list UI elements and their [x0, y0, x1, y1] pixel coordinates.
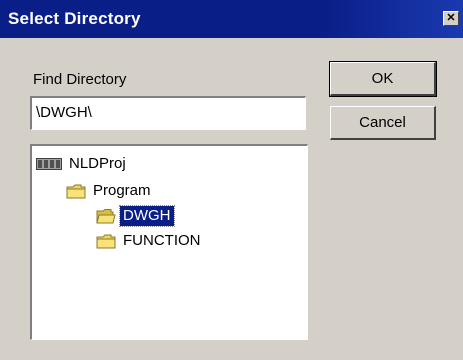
tree-item-program[interactable]: Program [66, 181, 154, 201]
tree-item-dwgh[interactable]: DWGH [96, 205, 175, 227]
tree-item-label: FUNCTION [123, 232, 201, 249]
tree-item-label: DWGH [119, 205, 175, 227]
cancel-button[interactable]: Cancel [330, 106, 436, 140]
tree-item-label: Program [93, 182, 151, 199]
folder-icon [96, 234, 116, 248]
ok-button[interactable]: OK [329, 61, 437, 97]
tree-item-label: NLDProj [69, 155, 126, 172]
drive-icon [36, 158, 62, 170]
find-directory-label: Find Directory [33, 71, 127, 88]
folder-icon [66, 184, 86, 198]
title-bar[interactable]: Select Directory ✕ [0, 0, 463, 38]
folder-open-icon [96, 208, 116, 223]
close-icon: ✕ [446, 12, 456, 24]
tree-item-function[interactable]: FUNCTION [96, 231, 204, 251]
find-directory-input[interactable]: \DWGH\ [30, 96, 306, 130]
window-title: Select Directory [8, 9, 141, 28]
tree-item-nldproj[interactable]: NLDProj [36, 154, 129, 174]
directory-tree[interactable]: NLDProj Program DWGH FUNCTION [30, 144, 308, 340]
select-directory-dialog: Select Directory ✕ Find Directory \DWGH\… [0, 0, 463, 360]
close-button[interactable]: ✕ [443, 11, 459, 26]
